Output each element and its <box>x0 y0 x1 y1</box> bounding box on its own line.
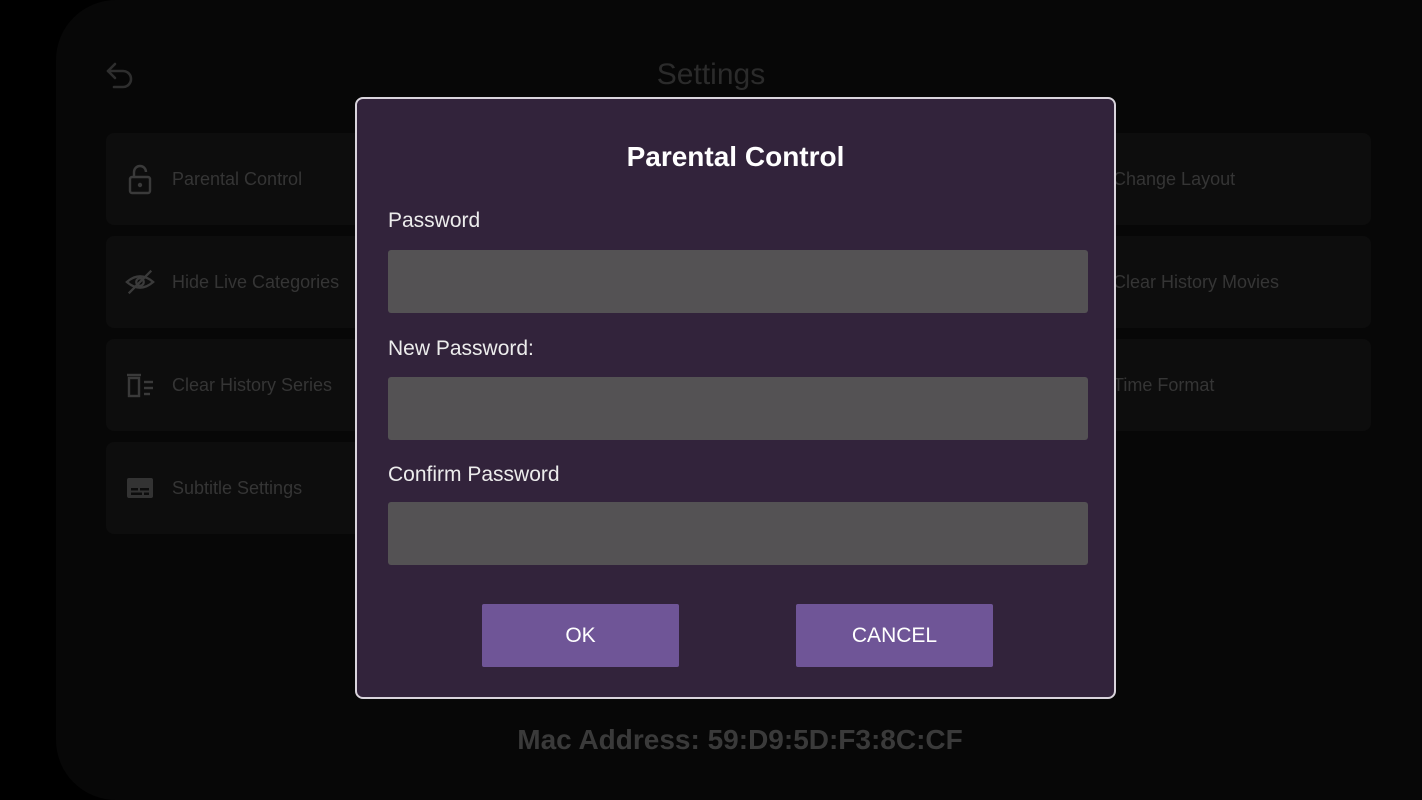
tile-time-format[interactable]: Time Format <box>1093 339 1371 431</box>
tile-clear-history-movies[interactable]: Clear History Movies <box>1093 236 1371 328</box>
mac-address: Mac Address: 59:D9:5D:F3:8C:CF <box>517 724 963 755</box>
page-title: Settings <box>656 58 766 91</box>
confirm-password-input[interactable] <box>388 502 1088 565</box>
subtitles-icon <box>124 472 156 504</box>
screen: Settings Parental Control Hide Live Cate… <box>0 0 1422 800</box>
new-password-label: New Password: <box>388 337 534 360</box>
tile-label: Change Layout <box>1113 168 1236 189</box>
lock-icon <box>124 163 156 195</box>
new-password-input[interactable] <box>388 377 1088 440</box>
parental-control-dialog: Parental Control Password New Password: … <box>355 97 1116 699</box>
tile-label: Clear History Series <box>172 374 333 395</box>
tile-label: Hide Live Categories <box>172 271 340 292</box>
eye-off-icon <box>124 266 156 298</box>
trash-list-icon <box>124 369 156 401</box>
password-label: Password <box>388 209 481 232</box>
confirm-password-label: Confirm Password <box>388 463 560 486</box>
dialog-title: Parental Control <box>626 141 845 172</box>
tile-label: Clear History Movies <box>1113 271 1280 292</box>
tile-label: Time Format <box>1113 374 1215 395</box>
ok-button[interactable]: OK <box>482 604 679 667</box>
password-input[interactable] <box>388 250 1088 313</box>
tile-label: Subtitle Settings <box>172 477 303 498</box>
tile-label: Parental Control <box>172 168 303 189</box>
cancel-button[interactable]: CANCEL <box>796 604 993 667</box>
tile-change-layout[interactable]: Change Layout <box>1093 133 1371 225</box>
